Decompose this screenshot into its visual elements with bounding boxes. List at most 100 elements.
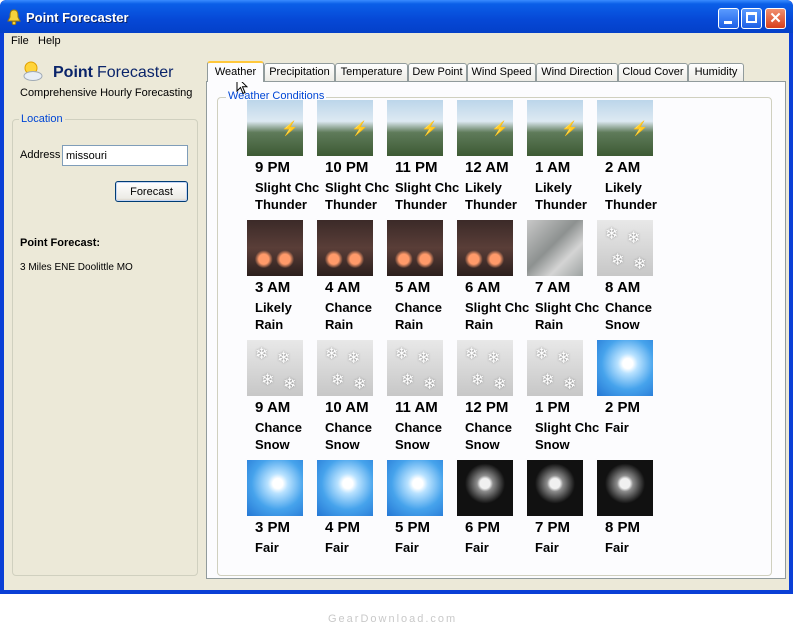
forecast-condition-type: Thunder: [465, 197, 517, 212]
snowflake-icon: ❄: [557, 350, 571, 367]
snowflake-icon: ❄: [611, 252, 625, 269]
tab-precipitation[interactable]: Precipitation: [264, 63, 335, 81]
address-label: Address: [20, 149, 61, 161]
snowflake-icon: ❄: [493, 376, 507, 393]
forecast-tile: ❄ ❄ ❄ ❄ 12 PM Chance Snow: [457, 340, 527, 456]
snowflake-icon: ❄: [401, 372, 415, 389]
light-rain-icon: [527, 220, 583, 276]
forecast-tile: 2 PM Fair: [597, 340, 667, 456]
forecast-time: 4 AM: [325, 279, 361, 296]
forecast-tile: 4 AM Chance Rain: [317, 220, 387, 336]
forecast-time: 7 AM: [535, 279, 571, 296]
tab-dew-point[interactable]: Dew Point: [408, 63, 467, 81]
minimize-button[interactable]: [718, 8, 739, 29]
thunder-icon: ⚡: [457, 100, 513, 156]
rain-icon: [247, 220, 303, 276]
sun-cloud-icon: [23, 61, 43, 81]
snowflake-icon: ❄: [261, 372, 275, 389]
forecast-tile: ❄ ❄ ❄ ❄ 8 AM Chance Snow: [597, 220, 667, 336]
close-button[interactable]: ✕: [765, 8, 786, 29]
thunder-icon: ⚡: [247, 100, 303, 156]
forecast-tile: 3 AM Likely Rain: [247, 220, 317, 336]
menu-file[interactable]: File: [11, 35, 29, 47]
forecast-time: 12 PM: [465, 399, 509, 416]
snowflake-icon: ❄: [395, 346, 409, 363]
forecast-time: 8 AM: [605, 279, 641, 296]
thunder-icon: ⚡: [317, 100, 373, 156]
title-bar[interactable]: Point Forecaster ✕: [0, 0, 793, 33]
forecast-time: 9 PM: [255, 159, 291, 176]
forecast-condition: Chance: [325, 420, 372, 435]
snowflake-icon: ❄: [325, 346, 339, 363]
snowflake-icon: ❄: [353, 376, 367, 393]
forecast-condition-type: Thunder: [535, 197, 587, 212]
tab-wind-speed[interactable]: Wind Speed: [467, 63, 536, 81]
forecast-condition: Chance: [395, 300, 442, 315]
forecast-condition: Fair: [255, 540, 279, 555]
rain-icon: [317, 220, 373, 276]
snowflake-icon: ❄: [423, 376, 437, 393]
tab-humidity[interactable]: Humidity: [688, 63, 744, 81]
forecast-condition: Chance: [605, 300, 652, 315]
forecast-condition-type: Snow: [535, 437, 570, 452]
forecast-time: 8 PM: [605, 519, 641, 536]
forecast-condition: Chance: [395, 420, 442, 435]
sun-icon: [387, 460, 443, 516]
snowflake-icon: ❄: [417, 350, 431, 367]
forecast-time: 3 PM: [255, 519, 291, 536]
forecast-condition-type: Snow: [395, 437, 430, 452]
forecast-condition: Fair: [535, 540, 559, 555]
moon-icon: [597, 460, 653, 516]
forecast-tile: ❄ ❄ ❄ ❄ 9 AM Chance Snow: [247, 340, 317, 456]
tab-wind-direction[interactable]: Wind Direction: [536, 63, 618, 81]
forecast-tile: ⚡ 2 AM Likely Thunder: [597, 100, 667, 216]
forecast-tile: ⚡ 12 AM Likely Thunder: [457, 100, 527, 216]
forecast-condition-type: Snow: [465, 437, 500, 452]
app-name: Point Forecaster: [53, 64, 173, 82]
moon-icon: [527, 460, 583, 516]
snowflake-icon: ❄: [471, 372, 485, 389]
lightning-icon: ⚡: [421, 120, 439, 136]
thunder-icon: ⚡: [527, 100, 583, 156]
tab-weather[interactable]: Weather: [207, 61, 264, 82]
forecast-tile: ⚡ 1 AM Likely Thunder: [527, 100, 597, 216]
forecast-condition-type: Rain: [325, 317, 354, 332]
client-area: File Help Point Forecaster Comprehensive …: [4, 33, 789, 625]
forecast-condition: Fair: [605, 420, 629, 435]
forecast-condition: Likely: [255, 300, 292, 315]
minimize-icon: [724, 21, 732, 24]
maximize-button[interactable]: [741, 8, 762, 29]
forecast-condition-type: Rain: [255, 317, 284, 332]
forecast-time: 11 AM: [395, 399, 438, 416]
sun-icon: [317, 460, 373, 516]
forecast-condition: Fair: [325, 540, 349, 555]
forecast-condition-type: Thunder: [395, 197, 447, 212]
forecast-time: 1 PM: [535, 399, 571, 416]
forecast-time: 7 PM: [535, 519, 571, 536]
snowflake-icon: ❄: [563, 376, 577, 393]
forecast-condition: Slight Chc: [465, 300, 530, 315]
app-name-bold: Point: [53, 64, 93, 81]
snowflake-icon: ❄: [347, 350, 361, 367]
tab-temperature[interactable]: Temperature: [335, 63, 408, 81]
address-input[interactable]: [62, 145, 188, 166]
forecast-time: 1 AM: [535, 159, 571, 176]
forecast-time: 12 AM: [465, 159, 509, 176]
forecast-tile: 6 AM Slight Chc Rain: [457, 220, 530, 336]
forecast-time: 9 AM: [255, 399, 291, 416]
tab-cloud-cover[interactable]: Cloud Cover: [618, 63, 688, 81]
close-icon: ✕: [769, 10, 782, 27]
rain-icon: [387, 220, 443, 276]
forecast-button[interactable]: Forecast: [115, 181, 188, 202]
window-title: Point Forecaster: [26, 10, 129, 25]
forecast-tile: 8 PM Fair: [597, 460, 667, 576]
menu-help[interactable]: Help: [38, 35, 61, 47]
forecast-time: 3 AM: [255, 279, 291, 296]
menu-bar: File Help: [4, 33, 789, 51]
forecast-tile: ❄ ❄ ❄ ❄ 1 PM Slight Chc Snow: [527, 340, 599, 456]
snowflake-icon: ❄: [605, 226, 619, 243]
forecast-time: 10 AM: [325, 399, 369, 416]
forecast-condition-type: Snow: [255, 437, 290, 452]
forecast-condition: Fair: [465, 540, 489, 555]
forecast-tile: ❄ ❄ ❄ ❄ 10 AM Chance Snow: [317, 340, 387, 456]
